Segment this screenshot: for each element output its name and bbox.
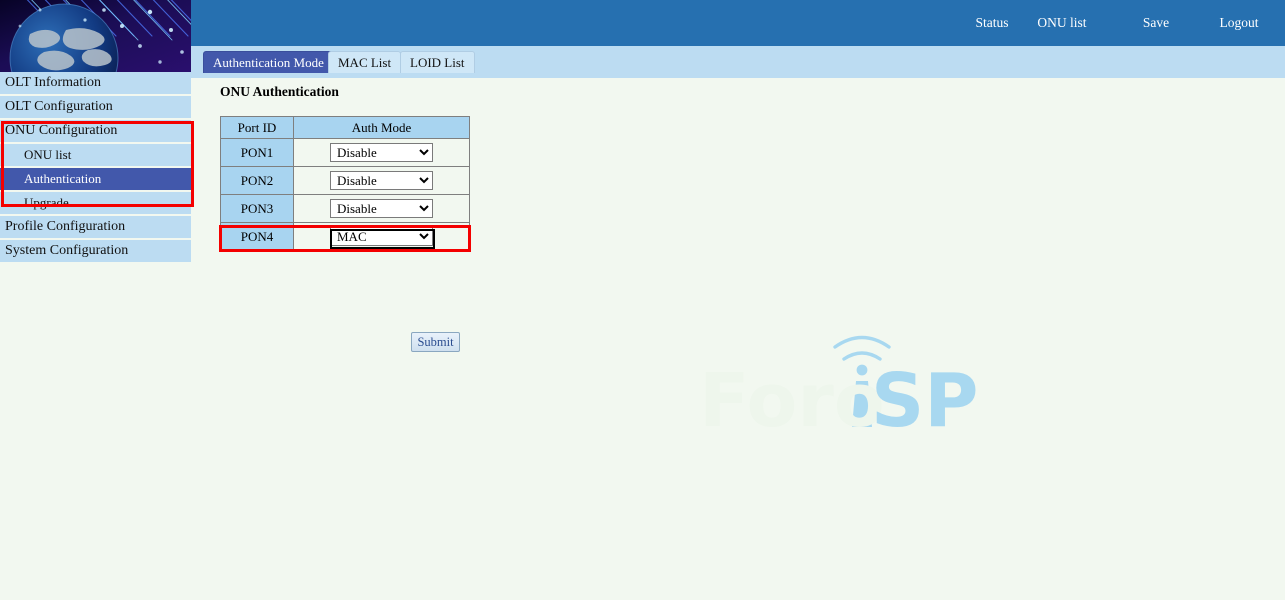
- onu-authentication-table: Port ID Auth Mode PON1 Disable PON2: [220, 116, 470, 251]
- tab-mac-list[interactable]: MAC List: [328, 51, 401, 73]
- sidebar-item-authentication[interactable]: Authentication: [0, 168, 191, 190]
- cell-auth-mode: Disable: [294, 195, 470, 223]
- submit-button[interactable]: Submit: [411, 332, 460, 352]
- header-link-status[interactable]: Status: [959, 13, 1025, 33]
- table-header-row: Port ID Auth Mode: [221, 117, 470, 139]
- table-row: PON4 MAC: [221, 223, 470, 251]
- header-link-onu-list[interactable]: ONU list: [1029, 13, 1095, 33]
- cell-auth-mode: MAC: [294, 223, 470, 251]
- tab-authentication-mode[interactable]: Authentication Mode: [203, 51, 334, 73]
- svg-text:SP: SP: [871, 358, 979, 436]
- sidebar-item-system-configuration[interactable]: System Configuration: [0, 240, 191, 262]
- sidebar-item-onu-configuration[interactable]: ONU Configuration: [0, 120, 191, 142]
- tab-strip: Authentication Mode MAC List LOID List: [191, 46, 1285, 78]
- cell-port-id: PON2: [221, 167, 294, 195]
- header-nav: Status ONU list Save Logout: [959, 0, 1277, 46]
- fiber-globe-banner: [0, 0, 191, 72]
- auth-mode-select-pon1[interactable]: Disable: [330, 143, 433, 162]
- column-header-port-id: Port ID: [221, 117, 294, 139]
- top-header-bar: Status ONU list Save Logout: [191, 0, 1285, 46]
- cell-auth-mode: Disable: [294, 167, 470, 195]
- cell-port-id: PON1: [221, 139, 294, 167]
- header-link-logout[interactable]: Logout: [1211, 13, 1267, 33]
- header-link-save[interactable]: Save: [1133, 13, 1179, 33]
- sidebar-item-olt-information[interactable]: OLT Information: [0, 72, 191, 94]
- auth-mode-select-pon4[interactable]: MAC: [330, 227, 433, 246]
- page-title: ONU Authentication: [220, 84, 339, 100]
- table-row: PON3 Disable: [221, 195, 470, 223]
- sidebar-nav: OLT Information OLT Configuration ONU Co…: [0, 72, 191, 600]
- tab-loid-list[interactable]: LOID List: [400, 51, 475, 73]
- sidebar-item-upgrade[interactable]: Upgrade: [0, 192, 191, 214]
- sidebar-item-profile-configuration[interactable]: Profile Configuration: [0, 216, 191, 238]
- cell-port-id: PON4: [221, 223, 294, 251]
- table-row: PON2 Disable: [221, 167, 470, 195]
- auth-mode-select-pon2[interactable]: Disable: [330, 171, 433, 190]
- svg-text:Foro: Foro: [699, 358, 885, 436]
- column-header-auth-mode: Auth Mode: [294, 117, 470, 139]
- cell-port-id: PON3: [221, 195, 294, 223]
- foroisp-watermark: Foro SP: [691, 326, 981, 436]
- olt-web-management-page: Status ONU list Save Logout Authenticati…: [0, 0, 1285, 600]
- cell-auth-mode: Disable: [294, 139, 470, 167]
- content-pane: Foro SP ONU Authentication Port ID Auth …: [191, 78, 1285, 600]
- sidebar-item-onu-list[interactable]: ONU list: [0, 144, 191, 166]
- auth-mode-select-pon3[interactable]: Disable: [330, 199, 433, 218]
- table-row: PON1 Disable: [221, 139, 470, 167]
- sidebar-item-olt-configuration[interactable]: OLT Configuration: [0, 96, 191, 118]
